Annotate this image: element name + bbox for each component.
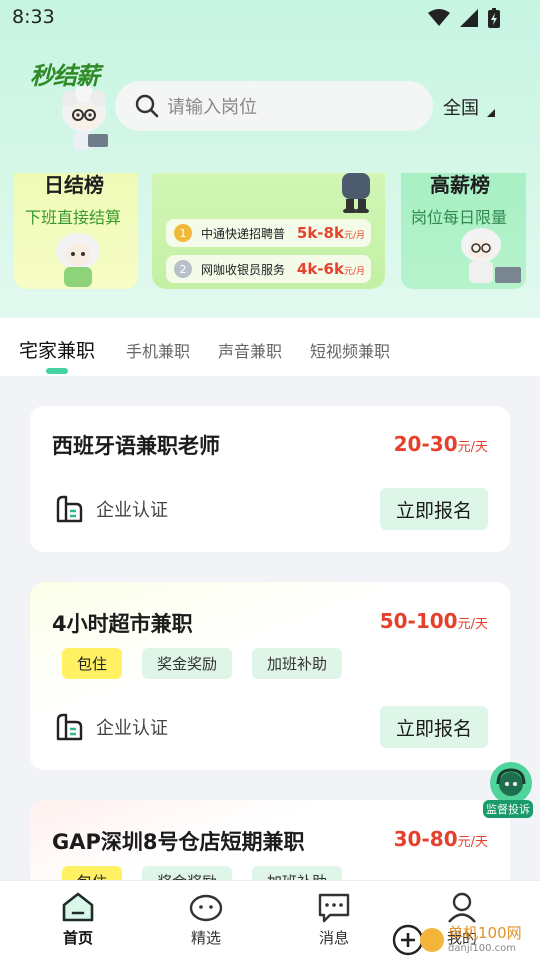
daily-pay-rank-subtitle: 下班直接结算 <box>25 208 122 227</box>
rank-item-2[interactable]: 2 网咖收银员服务 4k-6k元/月 <box>166 255 371 283</box>
job-salary: 50-100元/天 <box>379 609 488 633</box>
apply-button[interactable]: 立即报名 <box>380 706 488 748</box>
nav-featured[interactable]: 精选 <box>166 891 246 948</box>
job-salary: 20-30元/天 <box>393 432 488 456</box>
category-tabs: 宅家兼职 手机兼职 声音兼职 短视频兼职 <box>0 318 540 376</box>
watermark-logo-icon <box>392 924 444 956</box>
job-salary: 30-80元/天 <box>393 827 488 851</box>
rank-item-1[interactable]: 1 中通快递招聘普 5k-8k元/月 <box>166 219 371 247</box>
profile-icon <box>448 892 476 923</box>
sheep-mascot-icon <box>62 84 108 150</box>
daily-pay-rank-card[interactable]: 日结榜 下班直接结算 <box>14 173 138 289</box>
tab-phone-jobs[interactable]: 手机兼职 <box>126 338 190 362</box>
job-card[interactable]: 西班牙语兼职老师 20-30元/天 企业认证 立即报名 <box>30 406 510 552</box>
status-icons <box>428 8 500 28</box>
cert-label: 企业认证 <box>96 500 168 521</box>
message-icon <box>318 893 350 923</box>
app-logo: 秒结薪 <box>22 52 122 157</box>
tab-short-video-jobs[interactable]: 短视频兼职 <box>310 338 390 362</box>
nav-messages[interactable]: 消息 <box>294 891 374 948</box>
watermark: 单机100网 danji100.com <box>392 922 522 956</box>
header-area: 8:33 秒结薪 请输入岗位 全国 日结榜 下班直接结算 1 中通快递招聘普 5… <box>0 0 540 320</box>
complaint-label: 监督投诉 <box>483 800 533 818</box>
nav-messages-label: 消息 <box>318 929 349 947</box>
daily-pay-rank-title: 日结榜 <box>44 173 104 197</box>
region-label: 全国 <box>443 98 479 119</box>
nav-home[interactable]: 首页 <box>38 891 118 948</box>
region-selector[interactable]: 全国 <box>443 94 495 120</box>
tag-accommodation: 包住 <box>62 648 122 679</box>
job-title: 4小时超市兼职 <box>52 612 193 636</box>
cert-label: 企业认证 <box>96 718 168 739</box>
nav-home-label: 首页 <box>62 929 93 947</box>
tab-indicator <box>46 368 68 374</box>
enterprise-cert: 企业认证 <box>54 712 168 742</box>
sheep-mascot-icon <box>461 228 521 283</box>
enterprise-cert: 企业认证 <box>54 494 168 524</box>
dropdown-triangle-icon <box>487 109 495 117</box>
search-placeholder: 请输入岗位 <box>167 97 257 118</box>
search-icon <box>135 94 159 118</box>
wifi-icon <box>428 9 450 26</box>
job-card[interactable]: 4小时超市兼职 50-100元/天 包住 奖金奖励 加班补助 企业认证 立即报名 <box>30 582 510 770</box>
rank-job-name: 中通快递招聘普 <box>201 226 286 241</box>
battery-icon <box>488 8 500 28</box>
sheep-mascot-icon <box>342 173 370 213</box>
status-bar: 8:33 <box>0 0 540 36</box>
building-cert-icon <box>56 713 83 741</box>
rank-1-medal-icon: 1 <box>174 224 192 242</box>
customer-service-icon <box>490 762 532 804</box>
sheep-mascot-icon <box>56 233 100 287</box>
nav-featured-label: 精选 <box>190 929 221 947</box>
search-bar[interactable]: 请输入岗位 <box>115 81 433 131</box>
tag-overtime: 加班补助 <box>252 648 342 679</box>
home-icon <box>62 892 94 922</box>
complaint-float-button[interactable]: 监督投诉 <box>483 762 537 818</box>
signal-icon <box>460 9 478 27</box>
rank-job-name: 网咖收银员服务 <box>201 262 286 277</box>
featured-icon <box>189 894 223 922</box>
job-title: GAP深圳8号仓店短期兼职 <box>52 830 305 854</box>
high-pay-rank-title: 高薪榜 <box>430 173 490 197</box>
logo-text: 秒结薪 <box>30 62 100 90</box>
high-pay-rank-card[interactable]: 高薪榜 岗位每日限量 <box>401 173 526 289</box>
tab-voice-jobs[interactable]: 声音兼职 <box>218 338 282 362</box>
watermark-url: danji100.com <box>448 943 516 954</box>
tag-bonus: 奖金奖励 <box>142 648 232 679</box>
building-cert-icon <box>56 495 83 523</box>
watermark-text: 单机100网 <box>448 924 522 942</box>
apply-button[interactable]: 立即报名 <box>380 488 488 530</box>
status-time: 8:33 <box>12 6 55 28</box>
job-title: 西班牙语兼职老师 <box>52 434 220 458</box>
tab-home-jobs[interactable]: 宅家兼职 <box>19 336 95 363</box>
rank-2-medal-icon: 2 <box>174 260 192 278</box>
rank-salary: 5k-8k元/月 <box>296 224 365 242</box>
hot-rank-card[interactable]: 1 中通快递招聘普 5k-8k元/月 2 网咖收银员服务 4k-6k元/月 <box>152 173 385 289</box>
rank-salary: 4k-6k元/月 <box>296 260 365 278</box>
